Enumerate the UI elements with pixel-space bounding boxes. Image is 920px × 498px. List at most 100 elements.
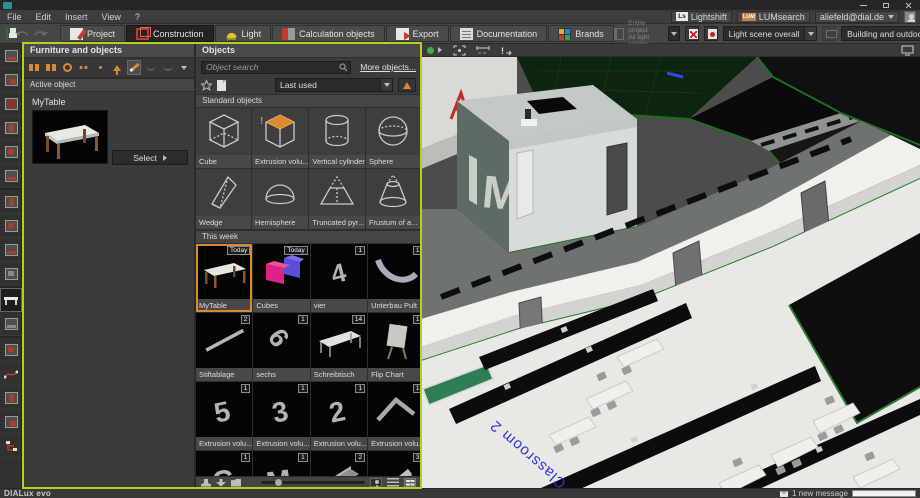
week-item-cubes[interactable]: Today Cubes — [253, 244, 310, 312]
stop-calculation-button[interactable] — [703, 26, 718, 41]
rotate-button[interactable] — [60, 60, 74, 75]
more-objects-link[interactable]: More objects... — [360, 62, 416, 72]
minimize-icon[interactable] — [860, 4, 867, 6]
tool-materials[interactable] — [0, 312, 22, 336]
object-search-input[interactable] — [201, 60, 351, 74]
object-extrusion-volume[interactable]: ! Extrusion volu... — [252, 108, 309, 168]
menu-view[interactable]: View — [95, 12, 128, 22]
preview-mode-icon[interactable] — [370, 478, 382, 487]
download-icon[interactable] — [216, 478, 226, 487]
menu-help[interactable]: ? — [128, 12, 147, 22]
week-item-vier[interactable]: 1 4 vier — [310, 244, 368, 312]
svg-text:3: 3 — [269, 395, 291, 429]
menu-insert[interactable]: Insert — [58, 12, 95, 22]
extract-button[interactable] — [110, 60, 124, 75]
toolbar-more-button[interactable] — [177, 60, 191, 75]
main-toolbar: Project Construction Light Calculation o… — [0, 20, 920, 48]
display-options-button[interactable] — [822, 26, 838, 41]
slider-knob[interactable] — [275, 478, 282, 486]
view-mode-dropdown[interactable]: Building and outdoor pla... — [841, 26, 920, 41]
tool-wall-openings[interactable] — [0, 140, 22, 164]
folder-icon[interactable] — [231, 478, 241, 487]
paint-mode-button[interactable] — [127, 60, 141, 75]
object-hemisphere[interactable]: Hemisphere — [252, 169, 309, 229]
week-item-schreibtisch[interactable]: 14 Schreibtisch — [310, 313, 368, 381]
duplicate-button[interactable] — [77, 60, 91, 75]
new-message-label[interactable]: 1 new message — [792, 489, 848, 498]
single-placement-button[interactable] — [94, 60, 108, 75]
active-object-thumbnail[interactable] — [32, 110, 108, 164]
week-item-extrusion-angle[interactable]: 1 Extrusion volu... — [368, 382, 421, 450]
save-button[interactable] — [6, 27, 17, 40]
tool-network[interactable] — [0, 434, 22, 458]
object-truncated-pyramid[interactable]: Truncated pyr... — [309, 169, 365, 229]
center-view-button[interactable] — [453, 44, 466, 56]
curve-tool-button[interactable] — [144, 60, 158, 75]
scope-dropdown-button[interactable] — [668, 26, 681, 41]
object-sphere[interactable]: Sphere — [365, 108, 421, 168]
object-wedge[interactable]: Wedge — [196, 169, 252, 229]
week-item-stiftablage[interactable]: 2 Stiftablage — [196, 313, 253, 381]
tab-calculation-objects[interactable]: Calculation objects — [272, 25, 385, 42]
tool-walls[interactable] — [0, 116, 22, 140]
tool-roofs[interactable] — [0, 214, 22, 238]
object-vertical-cylinder[interactable]: Vertical cylinder — [309, 108, 365, 168]
favorites-star-icon[interactable] — [201, 79, 212, 91]
week-item-extrusion-2[interactable]: 1 2 Extrusion volu... — [310, 382, 368, 450]
tab-construction[interactable]: Construction — [126, 25, 214, 42]
tab-project[interactable]: Project — [60, 25, 126, 42]
display-button[interactable] — [901, 44, 914, 56]
maximize-icon[interactable] — [883, 2, 889, 8]
collapse-up-button[interactable] — [398, 78, 416, 92]
grid-view-icon[interactable] — [404, 478, 416, 487]
week-item-flip-chart[interactable]: 1 Flip Chart — [368, 313, 421, 381]
week-item-mytable[interactable]: Today MyTable — [196, 244, 253, 312]
week-item-extrusion-5[interactable]: 1 5 Extrusion volu... — [196, 382, 253, 450]
thumbnail-size-slider[interactable] — [261, 478, 365, 486]
list-view-icon[interactable] — [387, 478, 399, 487]
menu-edit[interactable]: Edit — [29, 12, 59, 22]
tool-furniture[interactable] — [0, 288, 22, 312]
tool-ceilings[interactable] — [0, 238, 22, 262]
tab-documentation[interactable]: Documentation — [449, 25, 548, 42]
tool-columns[interactable] — [0, 190, 22, 214]
tab-brands[interactable]: Brands — [548, 25, 614, 42]
scene-3d[interactable]: M Classroom 2 — [421, 57, 920, 488]
message-icon[interactable] — [779, 490, 788, 497]
tool-luminaires[interactable] — [0, 338, 22, 362]
week-item-sechs[interactable]: 1 6 sechs — [253, 313, 310, 381]
tab-light[interactable]: Light — [214, 25, 272, 42]
my-objects-icon[interactable] — [217, 79, 226, 91]
import-object-icon[interactable] — [201, 478, 211, 487]
arrange-row-button[interactable] — [44, 60, 58, 75]
menu-file[interactable]: File — [0, 12, 29, 22]
tool-windows[interactable] — [0, 262, 22, 286]
arrange-pair-button[interactable] — [27, 60, 41, 75]
chevron-right-icon — [438, 47, 442, 53]
sort-dropdown[interactable]: Last used — [275, 78, 393, 92]
tool-pillars[interactable] — [0, 386, 22, 410]
annotation-button[interactable]: ! — [500, 44, 512, 56]
week-item-extrusion-3[interactable]: 1 3 Extrusion volu... — [253, 382, 310, 450]
measure-button[interactable] — [476, 44, 490, 56]
close-icon[interactable] — [905, 2, 912, 9]
tool-zones[interactable] — [0, 410, 22, 434]
tool-site[interactable] — [0, 68, 22, 92]
object-cube[interactable]: Cube — [196, 108, 252, 168]
light-scene-dropdown[interactable]: Light scene overall — [722, 26, 818, 41]
curve-icon — [145, 65, 156, 71]
tool-floor-slabs[interactable] — [0, 164, 22, 188]
tab-export[interactable]: Export — [385, 25, 449, 42]
undo-button[interactable] — [14, 27, 30, 41]
week-item-unterbau-pult[interactable]: 1 Unterbau Pult — [368, 244, 421, 312]
object-cone-frustum[interactable]: Frustum of a... — [365, 169, 421, 229]
cancel-calculation-button[interactable] — [685, 26, 699, 41]
center-view-icon — [453, 45, 466, 55]
tool-terrain[interactable] — [0, 44, 22, 68]
tool-polylines[interactable] — [0, 362, 22, 386]
redo-button[interactable] — [32, 27, 48, 41]
tool-storeys[interactable] — [0, 92, 22, 116]
curve-tool2-button[interactable] — [161, 60, 175, 75]
select-button[interactable]: Select — [112, 150, 188, 165]
view-state-button[interactable] — [427, 44, 443, 56]
